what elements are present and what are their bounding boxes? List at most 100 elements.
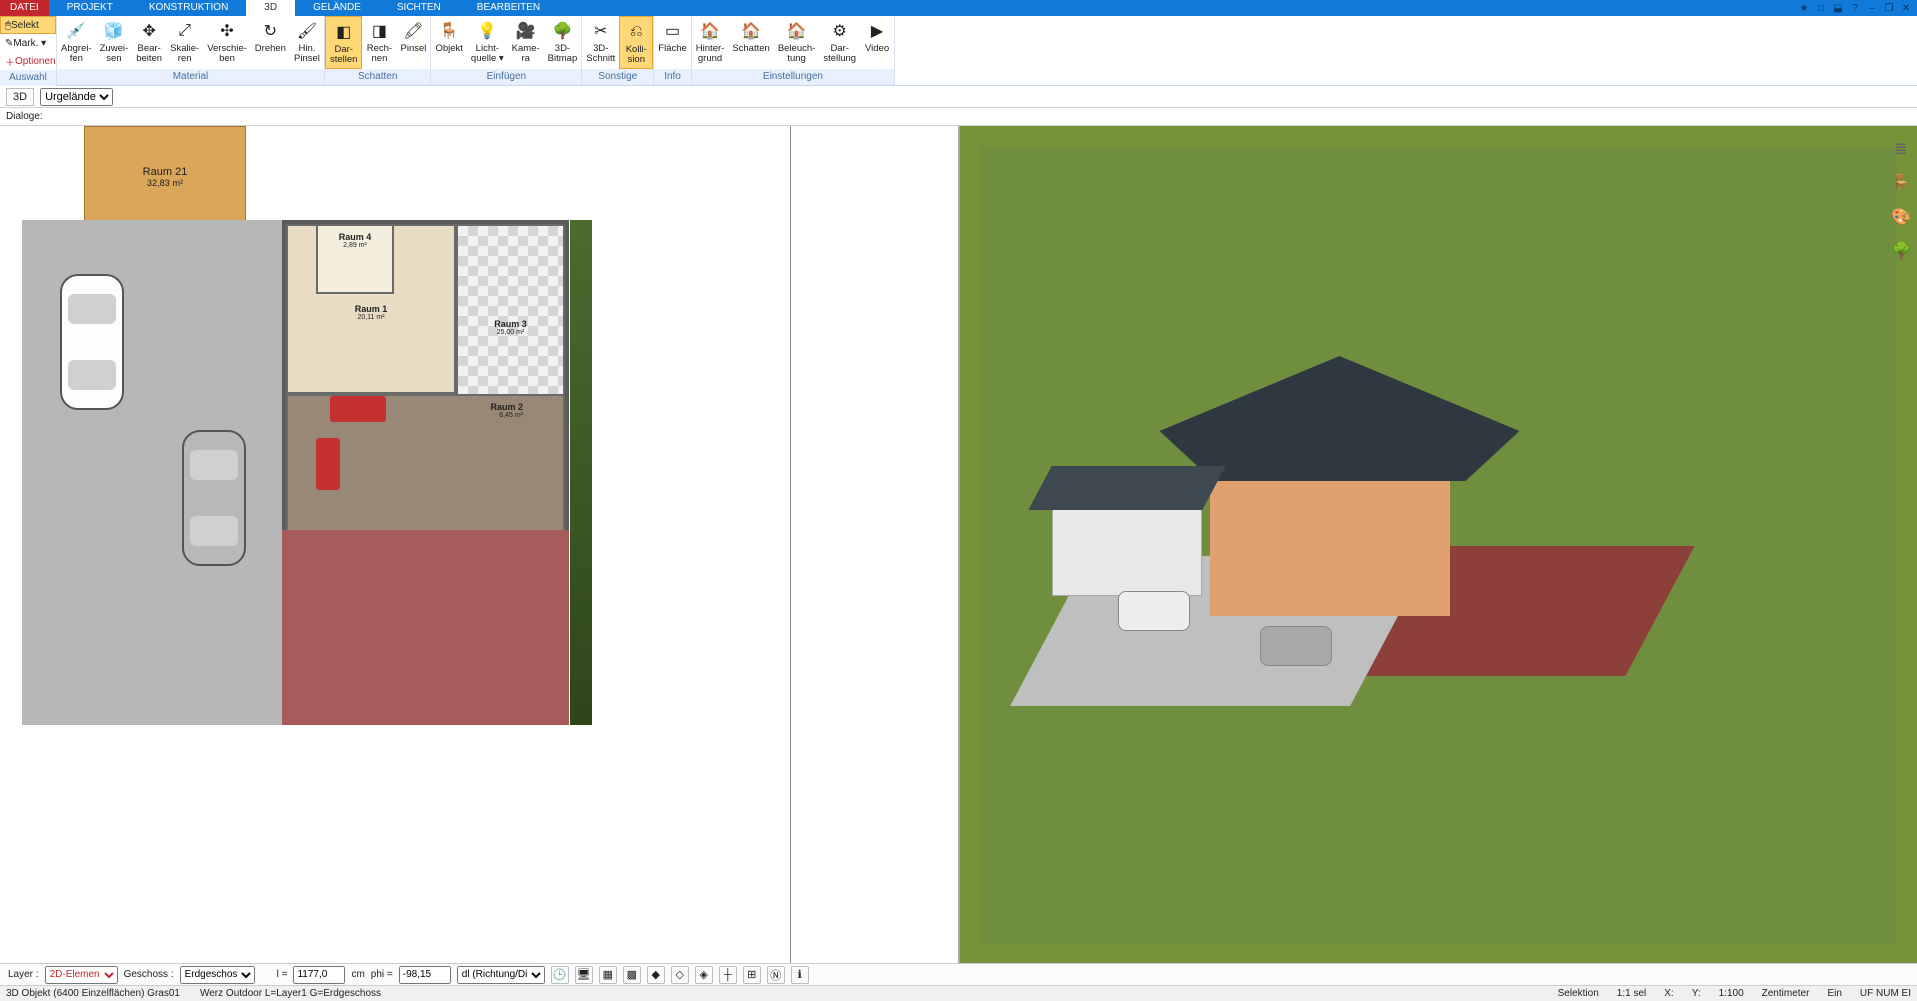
- geschoss-label: Geschoss :: [124, 969, 174, 980]
- group-label-auswahl: Auswahl: [0, 70, 56, 86]
- abgreifen-button[interactable]: 💉Abgrei- fen: [57, 16, 96, 69]
- group-label-einfuegen: Einfügen: [431, 69, 581, 85]
- pinsel-button[interactable]: 🖍Pinsel: [396, 16, 430, 69]
- window2-icon[interactable]: ⬓: [1831, 1, 1845, 15]
- north-icon[interactable]: Ⓝ: [767, 966, 785, 984]
- ribbon-group-einstellungen: 🏠Hinter- grund 🏠Schatten 🏠Beleuch- tung …: [692, 16, 895, 85]
- star-icon[interactable]: ★: [1797, 1, 1811, 15]
- clock-icon[interactable]: 🕒: [551, 966, 569, 984]
- status-x: X:: [1664, 988, 1673, 999]
- options-button[interactable]: ＋Optionen: [0, 52, 56, 70]
- car-2[interactable]: [182, 430, 246, 566]
- layer-select[interactable]: 2D-Elemen: [45, 966, 118, 984]
- lichtquelle-button[interactable]: 💡Licht- quelle ▾: [467, 16, 508, 69]
- l-input[interactable]: [293, 966, 345, 984]
- snap3-icon[interactable]: ◈: [695, 966, 713, 984]
- info-icon[interactable]: ℹ: [791, 966, 809, 984]
- sofa-1[interactable]: [330, 396, 386, 422]
- select-button[interactable]: 🖱 Selekt: [0, 16, 56, 34]
- snap1-icon[interactable]: ◆: [647, 966, 665, 984]
- maximize-icon[interactable]: ❐: [1882, 1, 1896, 15]
- area-icon: ▭: [662, 20, 684, 42]
- zuweisen-button[interactable]: 🧊Zuwei- sen: [96, 16, 133, 69]
- camera-icon: 🎥: [515, 20, 537, 42]
- hedge[interactable]: [570, 220, 592, 725]
- kamera-button[interactable]: 🎥Kame- ra: [508, 16, 544, 69]
- subject-select[interactable]: Urgelände: [40, 88, 113, 106]
- hinpinsel-button[interactable]: 🖌Hin. Pinsel: [290, 16, 324, 69]
- tab-sichten[interactable]: SICHTEN: [379, 0, 459, 16]
- window1-icon[interactable]: □: [1814, 1, 1828, 15]
- grid1-icon[interactable]: ▦: [599, 966, 617, 984]
- options-label: Optionen: [15, 56, 56, 67]
- 3dschnitt-button[interactable]: ✂3D- Schnitt: [582, 16, 619, 69]
- plant-icon[interactable]: 🌳: [1890, 240, 1912, 262]
- mark-button[interactable]: ✎ Mark. ▾: [0, 34, 56, 52]
- titlebar-icons: ★ □ ⬓ ? – ❐ ✕: [1797, 0, 1917, 16]
- darstellung2-button[interactable]: ⚙Dar- stellung: [819, 16, 860, 69]
- beleuchtung-button[interactable]: 🏠Beleuch- tung: [774, 16, 820, 69]
- ortho-icon[interactable]: ┼: [719, 966, 737, 984]
- btn-label: Rech- nen: [367, 44, 392, 64]
- kollision-button[interactable]: ⎌Kolli- sion: [619, 16, 653, 69]
- toolbar-3d-right: ≣ 🪑 🎨 🌳: [1887, 138, 1915, 262]
- car-1[interactable]: [60, 274, 124, 410]
- objekt-button[interactable]: 🪑Objekt: [431, 16, 466, 69]
- car3d-1[interactable]: [1118, 591, 1190, 631]
- tab-gelaende[interactable]: GELÄNDE: [295, 0, 379, 16]
- tab-file[interactable]: DATEI: [0, 0, 49, 16]
- verschieben-button[interactable]: ✣Verschie- ben: [203, 16, 251, 69]
- palette-icon[interactable]: 🎨: [1890, 206, 1912, 228]
- phi-label: phi =: [371, 969, 393, 980]
- geschoss-select[interactable]: Erdgeschos: [180, 966, 255, 984]
- tab-konstruktion[interactable]: KONSTRUKTION: [131, 0, 246, 16]
- 3dbitmap-button[interactable]: 🌳3D- Bitmap: [544, 16, 582, 69]
- skalieren-button[interactable]: ⤢Skalie- ren: [166, 16, 203, 69]
- pane-2d-floorplan[interactable]: Raum 21 32,83 m² Raum 1 20,11 m² Raum 4 …: [0, 126, 960, 965]
- tab-3d[interactable]: 3D: [246, 0, 295, 16]
- room-size: 25,00 m²: [497, 329, 525, 336]
- btn-label: Licht- quelle ▾: [471, 44, 504, 64]
- shadow2-icon: 🏠: [740, 20, 762, 42]
- video-button[interactable]: ▶Video: [860, 16, 894, 69]
- room-21-shed[interactable]: Raum 21 32,83 m²: [84, 126, 246, 228]
- garage-roof-3d[interactable]: [1028, 466, 1225, 510]
- monitor-icon[interactable]: 🖥: [575, 966, 593, 984]
- status-layerinfo: Werz Outdoor L=Layer1 G=Erdgeschoss: [200, 988, 381, 999]
- btn-label: Fläche: [658, 44, 687, 54]
- terrace-2d[interactable]: [282, 530, 569, 725]
- close-icon[interactable]: ✕: [1899, 1, 1913, 15]
- object-icon: 🪑: [438, 20, 460, 42]
- bearbeiten-button[interactable]: ✥Bear- beiten: [132, 16, 166, 69]
- l-label: l =: [277, 969, 288, 980]
- grid2-icon[interactable]: ▩: [623, 966, 641, 984]
- tab-projekt[interactable]: PROJEKT: [49, 0, 131, 16]
- flaeche-button[interactable]: ▭ Fläche: [654, 16, 691, 69]
- room-4[interactable]: Raum 4 2,89 m²: [316, 224, 394, 294]
- snap2-icon[interactable]: ◇: [671, 966, 689, 984]
- room-name: Raum 3: [494, 319, 527, 329]
- layers-icon[interactable]: ≣: [1890, 138, 1912, 160]
- drehen-button[interactable]: ↻Drehen: [251, 16, 290, 69]
- dialog-bar: Dialoge:: [0, 108, 1917, 126]
- sofa-2[interactable]: [316, 438, 340, 490]
- group-label-sonstige: Sonstige: [582, 69, 653, 85]
- darstellen-button[interactable]: ◧Dar- stellen: [325, 16, 362, 69]
- tab-bearbeiten[interactable]: BEARBEITEN: [459, 0, 558, 16]
- status-ratio: 1:1 sel: [1617, 988, 1646, 999]
- ribbon-group-auswahl: 🖱 Selekt ✎ Mark. ▾ ＋Optionen Auswahl: [0, 16, 57, 85]
- car3d-2[interactable]: [1260, 626, 1332, 666]
- minimize-icon[interactable]: –: [1865, 1, 1879, 15]
- display-icon: ⚙: [829, 20, 851, 42]
- schatten2-button[interactable]: 🏠Schatten: [728, 16, 774, 69]
- hintergrund-button[interactable]: 🏠Hinter- grund: [692, 16, 729, 69]
- furniture-icon[interactable]: 🪑: [1890, 172, 1912, 194]
- phi-input[interactable]: [399, 966, 451, 984]
- dl-select[interactable]: dl (Richtung/Di: [457, 966, 545, 984]
- help-icon[interactable]: ?: [1848, 1, 1862, 15]
- rechnen-button[interactable]: ◨Rech- nen: [362, 16, 396, 69]
- gridshow-icon[interactable]: ⊞: [743, 966, 761, 984]
- pane-3d-view[interactable]: ≣ 🪑 🎨 🌳: [960, 126, 1917, 965]
- garage-3d[interactable]: [1052, 496, 1202, 596]
- btn-label: Bear- beiten: [136, 44, 162, 64]
